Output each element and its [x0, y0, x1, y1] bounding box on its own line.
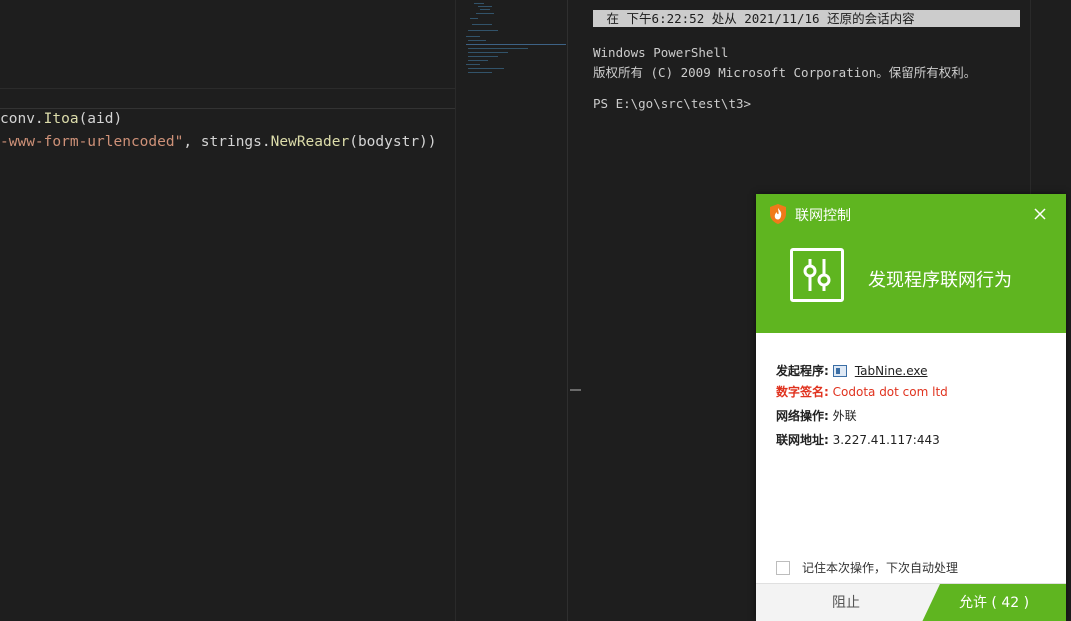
operation-row: 网络操作: 外联: [776, 407, 857, 424]
remember-checkbox[interactable]: [776, 560, 790, 575]
remember-label: 记住本次操作，下次自动处理: [802, 561, 959, 575]
code-line[interactable]: -www-form-urlencoded", strings.NewReader…: [0, 134, 437, 150]
terminal-line: 版权所有 (C) 2009 Microsoft Corporation。保留所有…: [593, 65, 977, 80]
code-token: (aid): [78, 111, 123, 127]
operation-value: 外联: [832, 409, 857, 423]
program-row: 发起程序: TabNine.exe: [776, 362, 928, 379]
editor-separator: [0, 108, 455, 109]
dialog-title: 联网控制: [795, 208, 851, 224]
code-token: conv.: [0, 111, 44, 127]
terminal-prompt[interactable]: PS E:\go\src\test\t3>: [593, 96, 751, 111]
program-label: 发起程序:: [776, 364, 829, 378]
address-label: 联网地址:: [776, 433, 829, 447]
signature-value: Codota dot com ltd: [832, 385, 948, 399]
shield-flame-icon: [770, 204, 786, 224]
dialog-header: 联网控制 发现程序联网行为: [756, 194, 1066, 333]
remember-option[interactable]: 记住本次操作，下次自动处理: [776, 559, 958, 576]
vertical-scrollbar[interactable]: [567, 0, 584, 621]
signature-label: 数字签名:: [776, 385, 829, 399]
operation-label: 网络操作:: [776, 409, 829, 423]
address-row: 联网地址: 3.227.41.117:443: [776, 431, 940, 448]
code-token: Itoa: [43, 111, 79, 127]
minimap[interactable]: [455, 0, 568, 621]
code-token: NewReader: [270, 134, 350, 150]
allow-button[interactable]: 允许 ( 42 ): [922, 584, 1066, 621]
exe-window-icon: [832, 365, 847, 377]
session-restore-banner: 在 下午6:22:52 处从 2021/11/16 还原的会话内容: [593, 10, 1020, 27]
code-editor[interactable]: conv.Itoa(aid) -www-form-urlencoded", st…: [0, 0, 455, 621]
scroll-position-marker: [570, 389, 581, 391]
signature-row: 数字签名: Codota dot com ltd: [776, 383, 948, 400]
code-token: (bodystr)): [349, 134, 437, 150]
block-button[interactable]: 阻止: [756, 584, 936, 621]
code-line[interactable]: conv.Itoa(aid): [0, 111, 122, 127]
dialog-footer: 阻止 允许 ( 42 ): [756, 583, 1066, 621]
terminal-line: Windows PowerShell: [593, 45, 729, 60]
code-token: , strings.: [183, 134, 271, 150]
program-link[interactable]: TabNine.exe: [855, 364, 928, 378]
network-control-dialog[interactable]: 联网控制 发现程序联网行为 发起程序: TabNine.exe 数字签名: Cod…: [756, 194, 1066, 621]
code-token: -www-form-urlencoded": [0, 134, 184, 150]
address-value: 3.227.41.117:443: [832, 433, 940, 447]
editor-divider: [0, 88, 455, 89]
close-icon[interactable]: [1032, 206, 1048, 222]
dialog-headline: 发现程序联网行为: [868, 270, 1012, 291]
sliders-icon: [790, 248, 844, 302]
